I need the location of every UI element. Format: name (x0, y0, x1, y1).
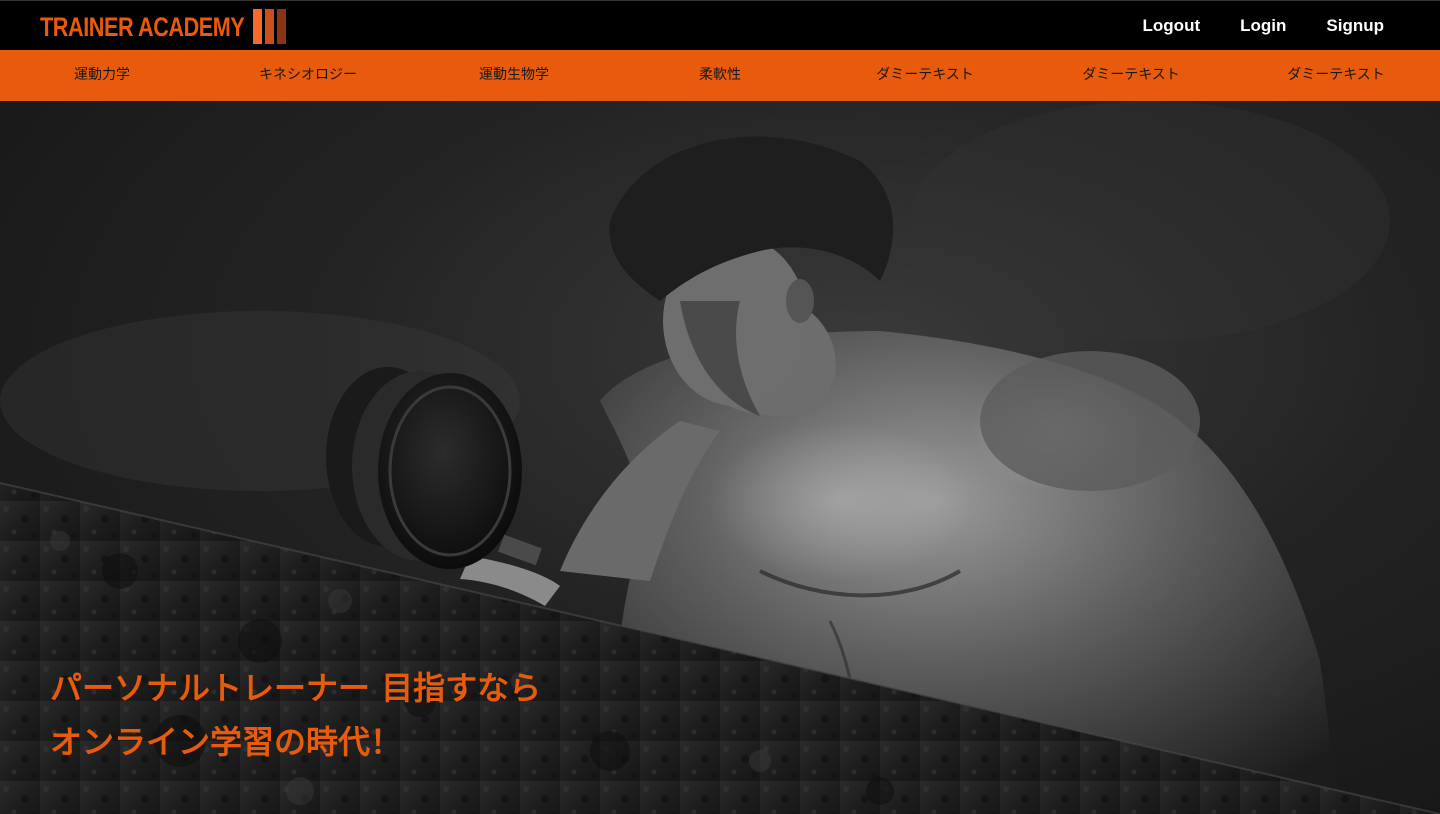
logout-link[interactable]: Logout (1143, 16, 1201, 36)
hero-headline-line-2: オンライン学習の時代！ (50, 723, 403, 761)
page: TRAINER ACADEMY Logout Login Signup 運動力学… (0, 0, 1440, 814)
signup-link[interactable]: Signup (1326, 16, 1384, 36)
category-item-exercise-biology[interactable]: 運動生物学 (479, 50, 549, 101)
auth-nav: Logout Login Signup (1143, 1, 1384, 51)
category-nav: 運動力学 キネシオロジー 運動生物学 柔軟性 ダミーテキスト ダミーテキスト ダ… (0, 50, 1440, 101)
top-header: TRAINER ACADEMY Logout Login Signup (0, 0, 1440, 50)
logo-bars-icon (253, 9, 286, 44)
hero-headline-line-1: パーソナルトレーナー 目指すなら (50, 669, 542, 707)
category-item-dummy-2[interactable]: ダミーテキスト (1082, 50, 1180, 101)
logo-link[interactable]: TRAINER ACADEMY (40, 9, 296, 45)
category-item-kinesiology[interactable]: キネシオロジー (259, 50, 357, 101)
category-item-kinetics[interactable]: 運動力学 (74, 50, 130, 101)
category-item-dummy-3[interactable]: ダミーテキスト (1287, 50, 1385, 101)
logo-text: TRAINER ACADEMY (40, 11, 245, 42)
category-item-dummy-1[interactable]: ダミーテキスト (876, 50, 974, 101)
category-item-flexibility[interactable]: 柔軟性 (699, 50, 741, 101)
login-link[interactable]: Login (1240, 16, 1286, 36)
hero-headline: パーソナルトレーナー 目指すなら オンライン学習の時代！ (50, 661, 541, 769)
hero-section: パーソナルトレーナー 目指すなら オンライン学習の時代！ (0, 101, 1440, 814)
